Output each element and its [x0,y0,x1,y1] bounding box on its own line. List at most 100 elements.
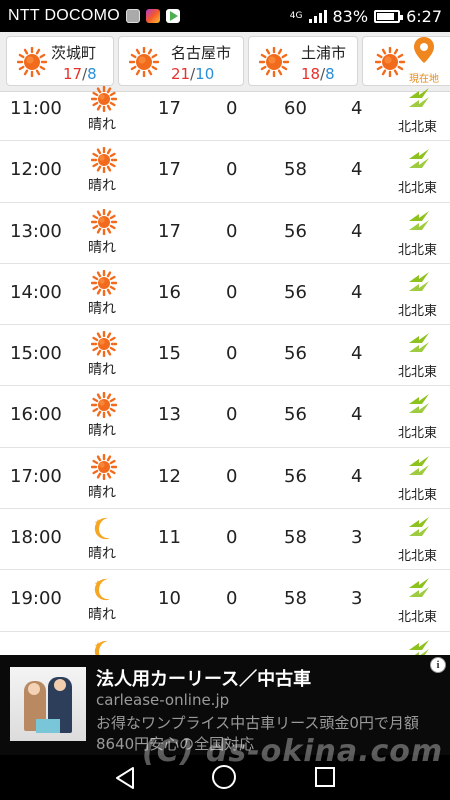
ad-domain[interactable]: carlease-online.jp [96,691,229,709]
ad-description[interactable]: お得なワンプライス中古車リース頭金0円で月額8640円安心の全国対応 [96,713,444,755]
wind-speed: 3 [351,527,363,549]
hour-time: 13:00 [10,220,62,242]
sun-icon [91,331,117,358]
temperature: 15 [158,343,181,365]
wind-direction: 北北東 [398,242,438,258]
humidity: 60 [284,98,307,119]
wind-direction: 北北東 [398,426,438,442]
humidity: 56 [284,343,307,365]
wind-direction: 北北東 [398,549,438,565]
sun-icon [91,147,117,174]
sun-icon [259,47,289,77]
hourly-row: 19:00 晴れ 10 0 58 3 北北東 [0,570,450,632]
hour-time: 12:00 [10,159,62,181]
humidity: 56 [284,281,307,303]
instagram-notification-icon [146,9,161,23]
location-card[interactable]: 名古屋市 21/10 [118,36,244,86]
wind-direction: 北北東 [398,365,438,381]
precipitation: 0 [226,343,238,365]
carrier-name: NTT DOCOMO [8,7,121,24]
humidity: 56 [284,465,307,487]
wind-speed: 3 [351,588,363,610]
precipitation: 0 [226,98,238,119]
precipitation: 0 [226,220,238,242]
hour-time: 19:00 [10,588,62,610]
temperature: 17 [158,98,181,119]
current-location-button[interactable]: 現在地 [406,36,442,85]
temperature: 12 [158,465,181,487]
sun-icon [129,47,159,77]
back-icon[interactable] [114,766,136,790]
hour-time: 14:00 [10,281,62,303]
hour-time: 17:00 [10,465,62,487]
wind-direction-icon [409,455,429,475]
weather-label: 晴れ [88,546,116,563]
weather-label: 晴れ [88,117,116,133]
hour-time: 18:00 [10,527,62,549]
temperature: 17 [158,159,181,181]
navigation-bar [0,755,450,800]
hourly-forecast-list[interactable]: 11:00 晴れ 17 0 60 4 北北東 12:00 晴れ 17 0 58 4 北北東 13:00 晴れ 1… [0,80,450,693]
clock: 6:27 [406,6,442,26]
sun-icon [91,208,117,235]
humidity: 58 [284,159,307,181]
hour-time: 16:00 [10,404,62,426]
hour-time: 11:00 [10,98,62,119]
weather-label: 晴れ [88,362,116,379]
sun-icon [91,269,117,296]
ad-banner[interactable]: 法人用カーリース／中古車 carlease-online.jp お得なワンプライ… [0,655,450,755]
precipitation: 0 [226,527,238,549]
photo-notification-icon [126,9,141,23]
ad-title[interactable]: 法人用カーリース／中古車 [96,665,311,691]
hourly-row: 15:00 晴れ 15 0 56 4 北北東 [0,325,450,387]
hourly-row: 17:00 晴れ 12 0 56 4 北北東 [0,448,450,510]
sun-icon [375,47,405,77]
moon-icon [94,579,110,601]
battery-icon [374,9,404,23]
weather-label: 晴れ [88,423,116,440]
temperature: 10 [158,588,181,610]
humidity: 58 [284,527,307,549]
hourly-row: 18:00 晴れ 11 0 58 3 北北東 [0,509,450,571]
temperature: 16 [158,281,181,303]
signal-icon [308,9,327,23]
wind-direction-icon [409,271,429,291]
wind-speed: 4 [351,281,363,303]
wind-speed: 4 [351,404,363,426]
weather-label: 晴れ [88,300,116,317]
wind-speed: 4 [351,465,363,487]
weather-label: 晴れ [88,484,116,501]
weather-label: 晴れ [88,607,116,624]
wind-direction-icon [409,210,429,230]
battery-percent: 83% [332,6,369,26]
wind-direction-icon [409,517,429,537]
location-name: 土浦市 [301,44,347,62]
ad-info-icon[interactable]: i [430,657,446,673]
location-card[interactable]: 茨城町 17/8 [6,36,114,86]
wind-speed: 4 [351,343,363,365]
hour-time: 15:00 [10,343,62,365]
wind-direction-icon [409,149,429,169]
hourly-row: 13:00 晴れ 17 0 56 4 北北東 [0,203,450,264]
wind-speed: 4 [351,220,363,242]
location-card[interactable]: 土浦市 18/8 [248,36,358,86]
wind-direction: 北北東 [398,610,438,626]
hourly-row: 12:00 晴れ 17 0 58 4 北北東 [0,141,450,203]
precipitation: 0 [226,588,238,610]
precipitation: 0 [226,159,238,181]
wind-direction-icon [409,333,429,353]
location-name: 名古屋市 [171,44,232,62]
weather-label: 晴れ [88,239,116,256]
battery-fill [377,12,394,20]
wind-direction: 北北東 [398,303,438,319]
ad-thumbnail[interactable] [10,667,86,741]
precipitation: 0 [226,465,238,487]
status-bar: NTT DOCOMO 4G 83% 6:27 [0,0,450,32]
wind-direction-icon [409,88,429,107]
home-icon[interactable] [212,765,236,789]
recent-apps-icon[interactable] [315,767,335,787]
hourly-row: 11:00 晴れ 17 0 60 4 北北東 [0,80,450,142]
moon-icon [94,517,110,540]
wind-direction: 北北東 [398,181,438,197]
sun-icon [91,392,117,419]
